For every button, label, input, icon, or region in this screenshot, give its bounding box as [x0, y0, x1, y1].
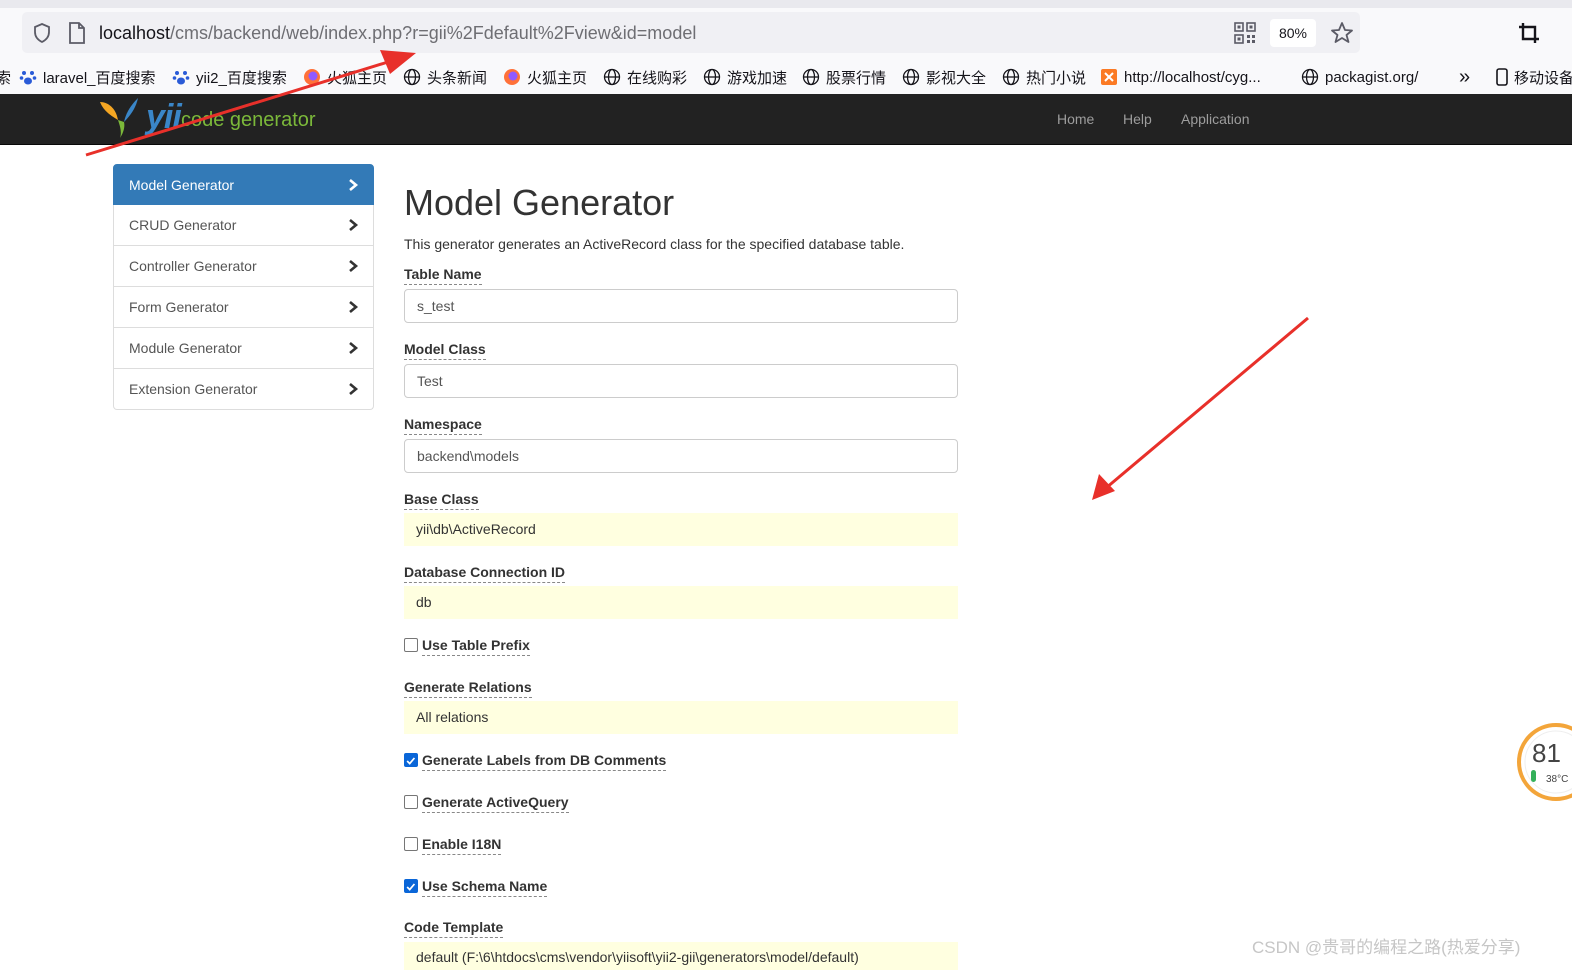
gauge-value: 81 — [1532, 738, 1561, 768]
globe-icon — [703, 68, 721, 86]
code-template-label[interactable]: Code Template — [404, 918, 504, 938]
brand-code-generator[interactable]: code generator — [181, 107, 316, 133]
base-class-label[interactable]: Base Class — [404, 490, 479, 510]
table-name-input[interactable]: s_test — [404, 289, 958, 323]
gauge-icon: 81 38°C — [1517, 723, 1572, 801]
sidebar-item-crud-generator[interactable]: CRUD Generator — [113, 205, 374, 246]
code-template-select[interactable]: default (F:\6\htdocs\cms\vendor\yiisoft\… — [404, 942, 958, 970]
tab-strip — [0, 0, 1572, 8]
table-name-label[interactable]: Table Name — [404, 265, 482, 285]
performance-widget[interactable]: 81 38°C — [1514, 722, 1572, 802]
zoom-level-button[interactable]: 80% — [1270, 19, 1316, 47]
firefox-icon — [504, 69, 520, 85]
shield-icon[interactable] — [30, 21, 54, 45]
globe-icon — [1002, 68, 1020, 86]
sidebar-item-model-generator[interactable]: Model Generator — [113, 164, 374, 205]
firefox-icon — [304, 69, 320, 85]
bookmark-item[interactable]: packagist.org/ — [1301, 66, 1418, 88]
bookmark-item[interactable]: 游戏加速 — [703, 66, 787, 88]
nav-home-link[interactable]: Home — [1057, 110, 1094, 128]
generate-activequery-label[interactable]: Generate ActiveQuery — [422, 793, 569, 813]
bookmark-item[interactable]: http://localhost/cyg... — [1100, 66, 1261, 88]
globe-icon — [902, 68, 920, 86]
bookmark-item[interactable]: yii2_百度搜索 — [172, 66, 287, 88]
page-icon[interactable] — [66, 21, 88, 45]
crop-icon[interactable] — [1517, 21, 1541, 45]
paw-icon — [172, 71, 190, 85]
model-class-input[interactable]: Test — [404, 364, 958, 398]
generate-labels-label[interactable]: Generate Labels from DB Comments — [422, 751, 667, 771]
sidebar-item-module-generator[interactable]: Module Generator — [113, 328, 374, 369]
page-title: Model Generator — [404, 182, 675, 223]
sidebar-item-label: Extension Generator — [129, 381, 258, 397]
bookmark-item[interactable]: 热门小说 — [1002, 66, 1086, 88]
sidebar-item-label: Controller Generator — [129, 258, 257, 274]
use-schema-name-checkbox[interactable] — [404, 879, 418, 893]
chevron-right-icon — [349, 383, 359, 395]
generator-list: Model Generator CRUD Generator Controlle… — [113, 164, 374, 410]
globe-icon — [1301, 68, 1319, 86]
db-connection-label[interactable]: Database Connection ID — [404, 563, 566, 583]
bookmark-item[interactable]: laravel_百度搜索 — [19, 66, 156, 88]
arrow-to-form — [1092, 316, 1309, 500]
use-table-prefix-checkbox[interactable] — [404, 638, 418, 652]
paw-icon — [19, 71, 37, 85]
phone-icon — [1496, 68, 1508, 86]
bookmarks-bar: 索 laravel_百度搜索 yii2_百度搜索 火狐主页 头条新闻 火狐主页 … — [0, 60, 1572, 92]
mobile-bookmarks[interactable]: 移动设备 — [1496, 66, 1572, 88]
sidebar-item-extension-generator[interactable]: Extension Generator — [113, 369, 374, 410]
sidebar-item-form-generator[interactable]: Form Generator — [113, 287, 374, 328]
star-icon[interactable] — [1329, 20, 1355, 46]
bookmark-item[interactable]: 影视大全 — [902, 66, 986, 88]
sidebar-item-label: Form Generator — [129, 299, 229, 315]
xampp-icon — [1101, 69, 1117, 85]
chevron-right-icon — [349, 342, 359, 354]
sidebar-item-label: Module Generator — [129, 340, 242, 356]
checkmark-icon — [406, 757, 416, 765]
qr-code-icon[interactable] — [1234, 22, 1256, 44]
nav-application-link[interactable]: Application — [1181, 110, 1250, 128]
db-connection-input[interactable]: db — [404, 586, 958, 619]
use-table-prefix-label[interactable]: Use Table Prefix — [422, 636, 530, 656]
bookmark-item[interactable]: 火狐主页 — [303, 66, 387, 88]
use-schema-name-label[interactable]: Use Schema Name — [422, 877, 548, 897]
globe-icon — [403, 68, 421, 86]
enable-i18n-label[interactable]: Enable I18N — [422, 835, 502, 855]
chevron-right-icon — [349, 179, 359, 191]
gauge-temp: 38°C — [1546, 774, 1568, 785]
bookmark-item[interactable]: 头条新闻 — [403, 66, 487, 88]
checkmark-icon — [406, 883, 416, 891]
bookmark-item[interactable]: 在线购彩 — [603, 66, 687, 88]
page-description: This generator generates an ActiveRecord… — [404, 236, 905, 252]
generate-labels-checkbox[interactable] — [404, 753, 418, 767]
bookmark-item[interactable]: 火狐主页 — [503, 66, 587, 88]
annotation-arrows — [85, 50, 1309, 500]
sidebar-item-controller-generator[interactable]: Controller Generator — [113, 246, 374, 287]
enable-i18n-checkbox[interactable] — [404, 837, 418, 851]
generate-relations-select[interactable]: All relations — [404, 701, 958, 734]
chevron-right-icon — [349, 260, 359, 272]
base-class-input[interactable]: yii\db\ActiveRecord — [404, 513, 958, 546]
model-class-label[interactable]: Model Class — [404, 340, 486, 360]
sidebar-item-label: Model Generator — [129, 177, 235, 193]
url-text[interactable]: localhost/cms/backend/web/index.php?r=gi… — [99, 21, 696, 45]
generate-activequery-checkbox[interactable] — [404, 795, 418, 809]
generate-relations-label[interactable]: Generate Relations — [404, 678, 532, 698]
bookmark-item[interactable]: 股票行情 — [802, 66, 886, 88]
yii-logo-icon[interactable] — [98, 96, 142, 140]
watermark: CSDN @贵哥的编程之路(热爱分享) — [1252, 938, 1521, 957]
chevron-right-icon — [349, 301, 359, 313]
nav-help-link[interactable]: Help — [1123, 110, 1152, 128]
globe-icon — [603, 68, 621, 86]
chevron-right-icon — [349, 219, 359, 231]
bookmarks-overflow-button[interactable]: » — [1459, 66, 1470, 88]
brand-yii[interactable]: yii — [146, 97, 182, 137]
namespace-label[interactable]: Namespace — [404, 415, 482, 435]
namespace-input[interactable]: backend\models — [404, 439, 958, 473]
bookmark-cut-edge: 索 — [0, 69, 12, 87]
sidebar-item-label: CRUD Generator — [129, 217, 237, 233]
globe-icon — [802, 68, 820, 86]
